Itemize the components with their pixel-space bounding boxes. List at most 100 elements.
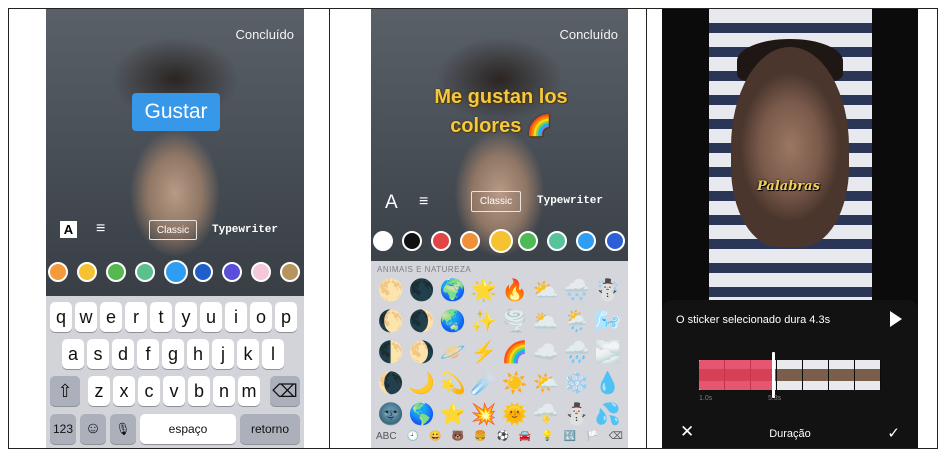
emoji-category-icon[interactable]: 💡 xyxy=(541,431,553,442)
emoji-key[interactable]: 🔥 xyxy=(501,277,529,305)
key-t[interactable]: t xyxy=(150,302,172,332)
selected-duration-range[interactable] xyxy=(699,360,774,390)
key-x[interactable]: x xyxy=(113,376,135,406)
emoji-key[interactable]: ☄️ xyxy=(470,370,498,398)
emoji-key[interactable]: 🌪️ xyxy=(501,308,529,336)
color-swatch[interactable] xyxy=(106,262,126,282)
emoji-key[interactable]: 🌨️ xyxy=(563,277,591,305)
color-swatch[interactable] xyxy=(576,231,596,251)
emoji-key[interactable]: 🌘 xyxy=(377,370,405,398)
key-e[interactable]: e xyxy=(100,302,122,332)
key-w[interactable]: w xyxy=(75,302,97,332)
delete-key[interactable]: ⌫ xyxy=(609,431,623,442)
emoji-key[interactable]: 🌬️ xyxy=(594,308,622,336)
numbers-key[interactable]: 123 xyxy=(50,414,76,444)
style-typewriter-button[interactable]: Typewriter xyxy=(537,195,603,207)
emoji-key[interactable]: ☀️ xyxy=(501,370,529,398)
color-swatch[interactable] xyxy=(48,262,68,282)
emoji-key[interactable]: 🌑 xyxy=(408,277,436,305)
color-swatch[interactable] xyxy=(164,260,188,284)
emoji-key[interactable]: 🌍 xyxy=(439,277,467,305)
emoji-key[interactable]: 🌖 xyxy=(408,339,436,367)
timeline-playhead[interactable] xyxy=(772,352,775,398)
key-a[interactable]: a xyxy=(62,339,84,369)
emoji-key[interactable]: 🌓 xyxy=(377,339,405,367)
align-icon[interactable]: ≡ xyxy=(96,221,105,237)
color-swatch[interactable] xyxy=(193,262,213,282)
style-classic-button[interactable]: Classic xyxy=(149,220,197,240)
emoji-key[interactable]: ☺ xyxy=(80,414,106,444)
emoji-key[interactable]: ⛅ xyxy=(532,277,560,305)
emoji-category-icon[interactable]: 🏳️ xyxy=(586,431,598,442)
emoji-key[interactable]: 💫 xyxy=(439,370,467,398)
emoji-key[interactable]: 🌦️ xyxy=(563,308,591,336)
color-swatch[interactable] xyxy=(222,262,242,282)
emoji-key[interactable]: 🌫️ xyxy=(594,339,622,367)
shift-key[interactable]: ⇧ xyxy=(50,376,80,406)
emoji-key[interactable]: 🌔 xyxy=(377,308,405,336)
delete-key[interactable]: ⌫ xyxy=(270,376,300,406)
color-swatch[interactable] xyxy=(280,262,300,282)
emoji-key[interactable]: 🌒 xyxy=(408,308,436,336)
play-icon[interactable] xyxy=(890,311,902,327)
key-r[interactable]: r xyxy=(125,302,147,332)
emoji-category-icon[interactable]: 🔣 xyxy=(564,431,576,442)
text-sticker[interactable]: Palabras xyxy=(757,179,820,194)
key-b[interactable]: b xyxy=(188,376,210,406)
key-c[interactable]: c xyxy=(138,376,160,406)
color-swatch[interactable] xyxy=(605,231,625,251)
style-typewriter-button[interactable]: Typewriter xyxy=(212,224,278,236)
key-z[interactable]: z xyxy=(88,376,110,406)
emoji-category-icon[interactable]: 🐻 xyxy=(452,431,464,442)
emoji-key[interactable]: 🌏 xyxy=(439,308,467,336)
key-y[interactable]: y xyxy=(175,302,197,332)
key-j[interactable]: j xyxy=(212,339,234,369)
key-v[interactable]: v xyxy=(163,376,185,406)
color-swatch[interactable] xyxy=(547,231,567,251)
emoji-key[interactable]: 🪐 xyxy=(439,339,467,367)
emoji-key[interactable]: 🌥️ xyxy=(532,308,560,336)
abc-key[interactable]: ABC xyxy=(376,431,397,442)
color-swatch[interactable] xyxy=(77,262,97,282)
color-swatch[interactable] xyxy=(402,231,422,251)
color-swatch[interactable] xyxy=(373,231,393,251)
done-button[interactable]: Concluído xyxy=(559,27,618,42)
key-n[interactable]: n xyxy=(213,376,235,406)
color-swatch[interactable] xyxy=(460,231,480,251)
emoji-category-icon[interactable]: 🍔 xyxy=(474,431,486,442)
emoji-key[interactable]: 🌟 xyxy=(470,277,498,305)
key-d[interactable]: d xyxy=(112,339,134,369)
emoji-category-icon[interactable]: ⚽ xyxy=(496,431,508,442)
confirm-icon[interactable]: ✓ xyxy=(887,424,900,442)
key-q[interactable]: q xyxy=(50,302,72,332)
color-swatch[interactable] xyxy=(489,229,513,253)
emoji-key[interactable]: ❄️ xyxy=(563,370,591,398)
emoji-key[interactable]: ☃️ xyxy=(594,277,622,305)
key-l[interactable]: l xyxy=(262,339,284,369)
emoji-key[interactable]: 💧 xyxy=(594,370,622,398)
emoji-key[interactable]: ☁️ xyxy=(532,339,560,367)
key-g[interactable]: g xyxy=(162,339,184,369)
emoji-key[interactable]: 🌈 xyxy=(501,339,529,367)
text-sticker[interactable]: Gustar xyxy=(132,93,220,131)
return-key[interactable]: retorno xyxy=(240,414,300,444)
key-m[interactable]: m xyxy=(238,376,260,406)
space-key[interactable]: espaço xyxy=(140,414,236,444)
emoji-key[interactable]: 🌧️ xyxy=(563,339,591,367)
close-icon[interactable]: ✕ xyxy=(680,422,694,442)
emoji-key[interactable]: 🌙 xyxy=(408,370,436,398)
emoji-key[interactable]: ✨ xyxy=(470,308,498,336)
color-swatch[interactable] xyxy=(431,231,451,251)
key-o[interactable]: o xyxy=(250,302,272,332)
mic-key[interactable]: 🎙 xyxy=(110,414,136,444)
key-i[interactable]: i xyxy=(225,302,247,332)
done-button[interactable]: Concluído xyxy=(235,27,294,42)
emoji-category-icon[interactable]: 😀 xyxy=(429,431,441,442)
key-s[interactable]: s xyxy=(87,339,109,369)
emoji-category-icon[interactable]: 🚘 xyxy=(519,431,531,442)
key-f[interactable]: f xyxy=(137,339,159,369)
key-p[interactable]: p xyxy=(275,302,297,332)
emoji-key[interactable]: ⚡ xyxy=(470,339,498,367)
color-swatch[interactable] xyxy=(518,231,538,251)
style-classic-button[interactable]: Classic xyxy=(471,191,521,212)
